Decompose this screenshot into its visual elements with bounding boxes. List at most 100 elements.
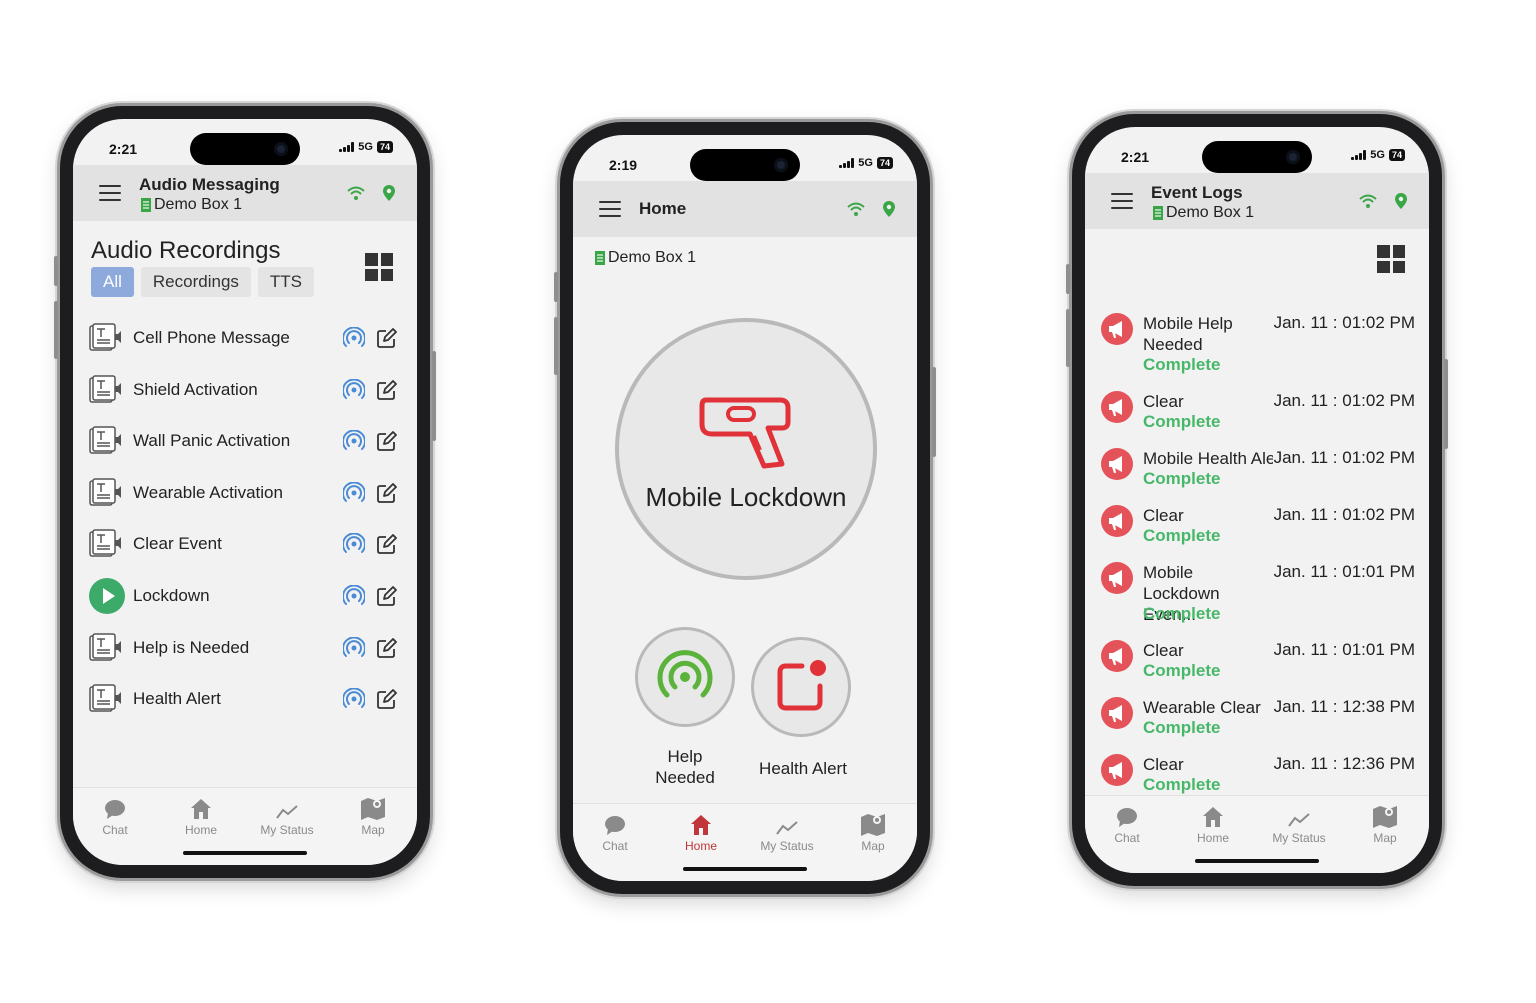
tts-icon: [89, 478, 125, 508]
tab-bar: Chat Home My Status Map: [1085, 795, 1429, 873]
event-row[interactable]: Clear Jan. 11 : 01:02 PM Complete: [1101, 391, 1415, 435]
edit-icon[interactable]: [377, 534, 397, 555]
tab-map[interactable]: Map: [838, 812, 908, 853]
edit-icon[interactable]: [377, 482, 397, 503]
event-status: Complete: [1143, 355, 1221, 374]
recording-row[interactable]: Help is Needed: [89, 628, 397, 668]
event-time: Jan. 11 : 01:01 PM: [1273, 640, 1415, 659]
tab-map[interactable]: Map: [1350, 804, 1420, 845]
trend-icon: [276, 805, 298, 819]
broadcast-icon[interactable]: [343, 481, 365, 504]
map-icon: [861, 814, 885, 836]
location-pin-icon: [383, 185, 395, 201]
wifi-icon: [1359, 194, 1377, 208]
grid-view-icon[interactable]: [1377, 245, 1405, 273]
tab-chat[interactable]: Chat: [580, 812, 650, 853]
help-needed-button[interactable]: [635, 627, 735, 727]
recording-row[interactable]: Wall Panic Activation: [89, 421, 397, 461]
location-selector[interactable]: Demo Box 1: [595, 249, 696, 267]
app-header: Audio Messaging Demo Box 1: [73, 165, 417, 221]
event-name: Wearable Clear: [1143, 698, 1261, 717]
megaphone-icon: [1101, 697, 1133, 729]
home-indicator: [683, 867, 807, 871]
tab-my-status[interactable]: My Status: [252, 796, 322, 837]
tab-chat[interactable]: Chat: [1092, 804, 1162, 845]
signal-broadcast-icon: [657, 650, 713, 698]
tab-home[interactable]: Home: [166, 796, 236, 837]
edit-icon[interactable]: [377, 637, 397, 658]
tts-icon: [89, 374, 125, 405]
grid-view-icon[interactable]: [365, 253, 393, 281]
broadcast-icon[interactable]: [343, 636, 365, 659]
chat-icon: [605, 816, 625, 835]
filter-tabs: All Recordings TTS: [91, 267, 315, 297]
recording-label: Wearable Activation: [133, 482, 283, 502]
lockdown-gun-icon: [699, 397, 791, 469]
event-row[interactable]: Wearable Clear Jan. 11 : 12:38 PM Complete: [1101, 697, 1415, 741]
menu-icon[interactable]: [99, 185, 121, 201]
event-row[interactable]: Mobile Help Needed Jan. 11 : 01:02 PM Comp…: [1101, 313, 1415, 377]
tts-icon: [89, 323, 125, 353]
tab-my-status[interactable]: My Status: [1264, 804, 1334, 845]
event-time: Jan. 11 : 01:02 PM: [1273, 313, 1415, 332]
tab-my-status[interactable]: My Status: [752, 812, 822, 853]
recording-label: Wall Panic Activation: [133, 431, 291, 451]
recording-row[interactable]: Lockdown: [89, 576, 397, 616]
edit-icon[interactable]: [377, 586, 397, 606]
filter-tts[interactable]: TTS: [257, 267, 315, 297]
broadcast-icon[interactable]: [343, 378, 365, 401]
recording-row[interactable]: Shield Activation: [89, 370, 397, 410]
broadcast-icon[interactable]: [343, 533, 365, 555]
edit-icon[interactable]: [377, 431, 397, 452]
recording-label: Health Alert: [133, 689, 221, 709]
tab-home[interactable]: Home: [666, 812, 736, 853]
megaphone-icon: [1101, 640, 1133, 672]
event-row[interactable]: Mobile Lockdown Even... Jan. 11 : 01:01 P…: [1101, 562, 1415, 626]
recording-row[interactable]: Health Alert: [89, 679, 397, 719]
broadcast-icon[interactable]: [343, 327, 365, 349]
recording-label: Lockdown: [133, 586, 210, 605]
phone3-screen: 2:21 5G 74 Event Logs Demo Box 1 Mobile …: [1085, 127, 1429, 873]
mobile-lockdown-button[interactable]: Mobile Lockdown: [615, 318, 877, 580]
recording-row[interactable]: Cell Phone Message: [89, 318, 397, 358]
location-selector[interactable]: Demo Box 1: [141, 196, 242, 214]
menu-icon[interactable]: [599, 201, 621, 217]
tts-icon: [89, 684, 125, 714]
edit-icon[interactable]: [377, 328, 397, 348]
health-alert-button[interactable]: [751, 637, 851, 737]
recording-row[interactable]: Wearable Activation: [89, 473, 397, 513]
broadcast-icon[interactable]: [343, 688, 365, 710]
tts-icon: [89, 529, 125, 559]
signal-icon: [339, 142, 355, 152]
recording-row[interactable]: Clear Event: [89, 524, 397, 564]
event-time: Jan. 11 : 01:02 PM: [1273, 505, 1415, 524]
clock: 2:21: [109, 141, 138, 157]
home-icon: [1203, 807, 1223, 827]
filter-recordings[interactable]: Recordings: [140, 267, 251, 297]
event-row[interactable]: Mobile Health Alert Jan. 11 : 01:02 PM Com…: [1101, 448, 1415, 492]
event-time: Jan. 11 : 01:02 PM: [1273, 448, 1415, 467]
tab-bar: Chat Home My Status Map: [573, 803, 917, 881]
broadcast-icon[interactable]: [343, 585, 365, 607]
play-icon[interactable]: [89, 578, 125, 614]
event-row[interactable]: Clear Jan. 11 : 01:02 PM Complete: [1101, 505, 1415, 549]
filter-all[interactable]: All: [91, 267, 134, 297]
recording-label: Shield Activation: [133, 379, 258, 399]
edit-icon[interactable]: [377, 379, 397, 400]
building-icon: [1153, 206, 1163, 220]
system-indicators: 5G 74: [1351, 149, 1405, 161]
dynamic-island: [190, 133, 300, 165]
event-status: Complete: [1143, 412, 1221, 431]
broadcast-icon[interactable]: [343, 430, 365, 452]
event-row[interactable]: Clear Jan. 11 : 12:36 PM Complete: [1101, 754, 1415, 798]
menu-icon[interactable]: [1111, 193, 1133, 209]
tab-chat[interactable]: Chat: [80, 796, 150, 837]
tts-icon: [89, 632, 125, 663]
tab-map[interactable]: Map: [338, 796, 408, 837]
edit-icon[interactable]: [377, 689, 397, 710]
tab-home[interactable]: Home: [1178, 804, 1248, 845]
location-selector[interactable]: Demo Box 1: [1153, 204, 1254, 222]
event-row[interactable]: Clear Jan. 11 : 01:01 PM Complete: [1101, 640, 1415, 684]
home-icon: [691, 815, 711, 835]
event-name: Clear: [1143, 641, 1184, 660]
